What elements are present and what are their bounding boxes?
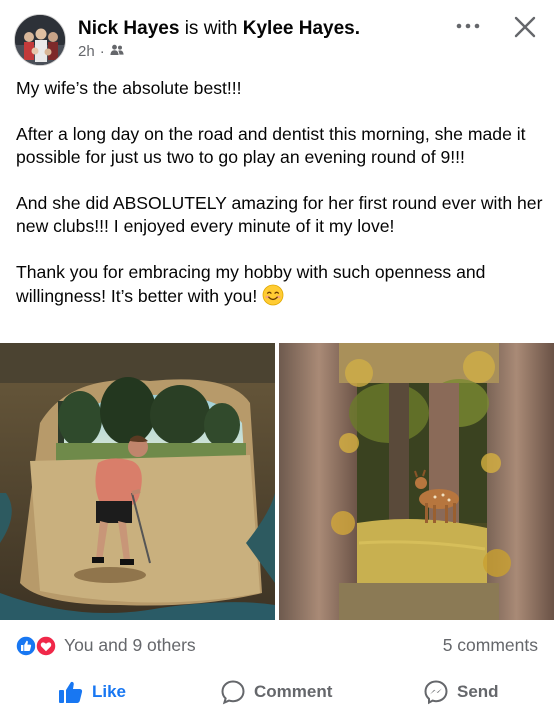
author-avatar[interactable] <box>14 14 66 66</box>
photo-golf[interactable] <box>0 343 275 620</box>
author-name[interactable]: Nick Hayes <box>78 18 179 39</box>
post-meta: 2h · <box>78 43 124 60</box>
post-actions: Like Comment Send <box>0 672 554 712</box>
tagged-name[interactable]: Kylee Hayes. <box>243 18 360 39</box>
with-text: is with <box>184 18 238 39</box>
comment-icon <box>221 680 245 705</box>
close-icon <box>514 16 536 38</box>
reactions-summary: You and 9 others 5 comments <box>0 628 554 662</box>
post-paragraph-text: Thank you for embracing my hobby with su… <box>16 262 486 306</box>
messenger-icon <box>424 680 448 705</box>
reactions-text[interactable]: You and 9 others <box>64 635 196 656</box>
friends-icon <box>110 43 124 60</box>
thumbs-up-icon <box>59 681 83 703</box>
post-body: My wife’s the absolute best!!! After a l… <box>16 77 544 312</box>
post-paragraph: And she did ABSOLUTELY amazing for her f… <box>16 193 543 236</box>
more-options-button[interactable] <box>452 14 484 38</box>
photo-deer[interactable] <box>279 343 554 620</box>
smiling-face-emoji <box>262 284 284 312</box>
like-button[interactable]: Like <box>58 676 126 708</box>
close-button[interactable] <box>510 12 540 42</box>
send-button[interactable]: Send <box>423 676 499 708</box>
comment-button[interactable]: Comment <box>220 676 332 708</box>
meta-separator: · <box>99 43 105 60</box>
comments-count[interactable]: 5 comments <box>443 635 538 656</box>
love-reaction-icon <box>35 635 57 657</box>
ellipsis-icon <box>456 23 480 29</box>
author-line: Nick Hayes is with Kylee Hayes. <box>78 17 360 41</box>
post-time[interactable]: 2h <box>78 43 95 60</box>
post-paragraph-last: Thank you for embracing my hobby with su… <box>16 261 544 312</box>
comment-label: Comment <box>254 682 333 701</box>
send-label: Send <box>457 682 499 701</box>
reaction-icons[interactable] <box>15 635 59 657</box>
post-paragraph: After a long day on the road and dentist… <box>16 124 526 167</box>
post-paragraph: My wife’s the absolute best!!! <box>16 78 242 98</box>
post-header: Nick Hayes is with Kylee Hayes. 2h · <box>0 0 554 66</box>
like-reaction-icon <box>15 635 37 657</box>
like-label: Like <box>92 682 127 701</box>
